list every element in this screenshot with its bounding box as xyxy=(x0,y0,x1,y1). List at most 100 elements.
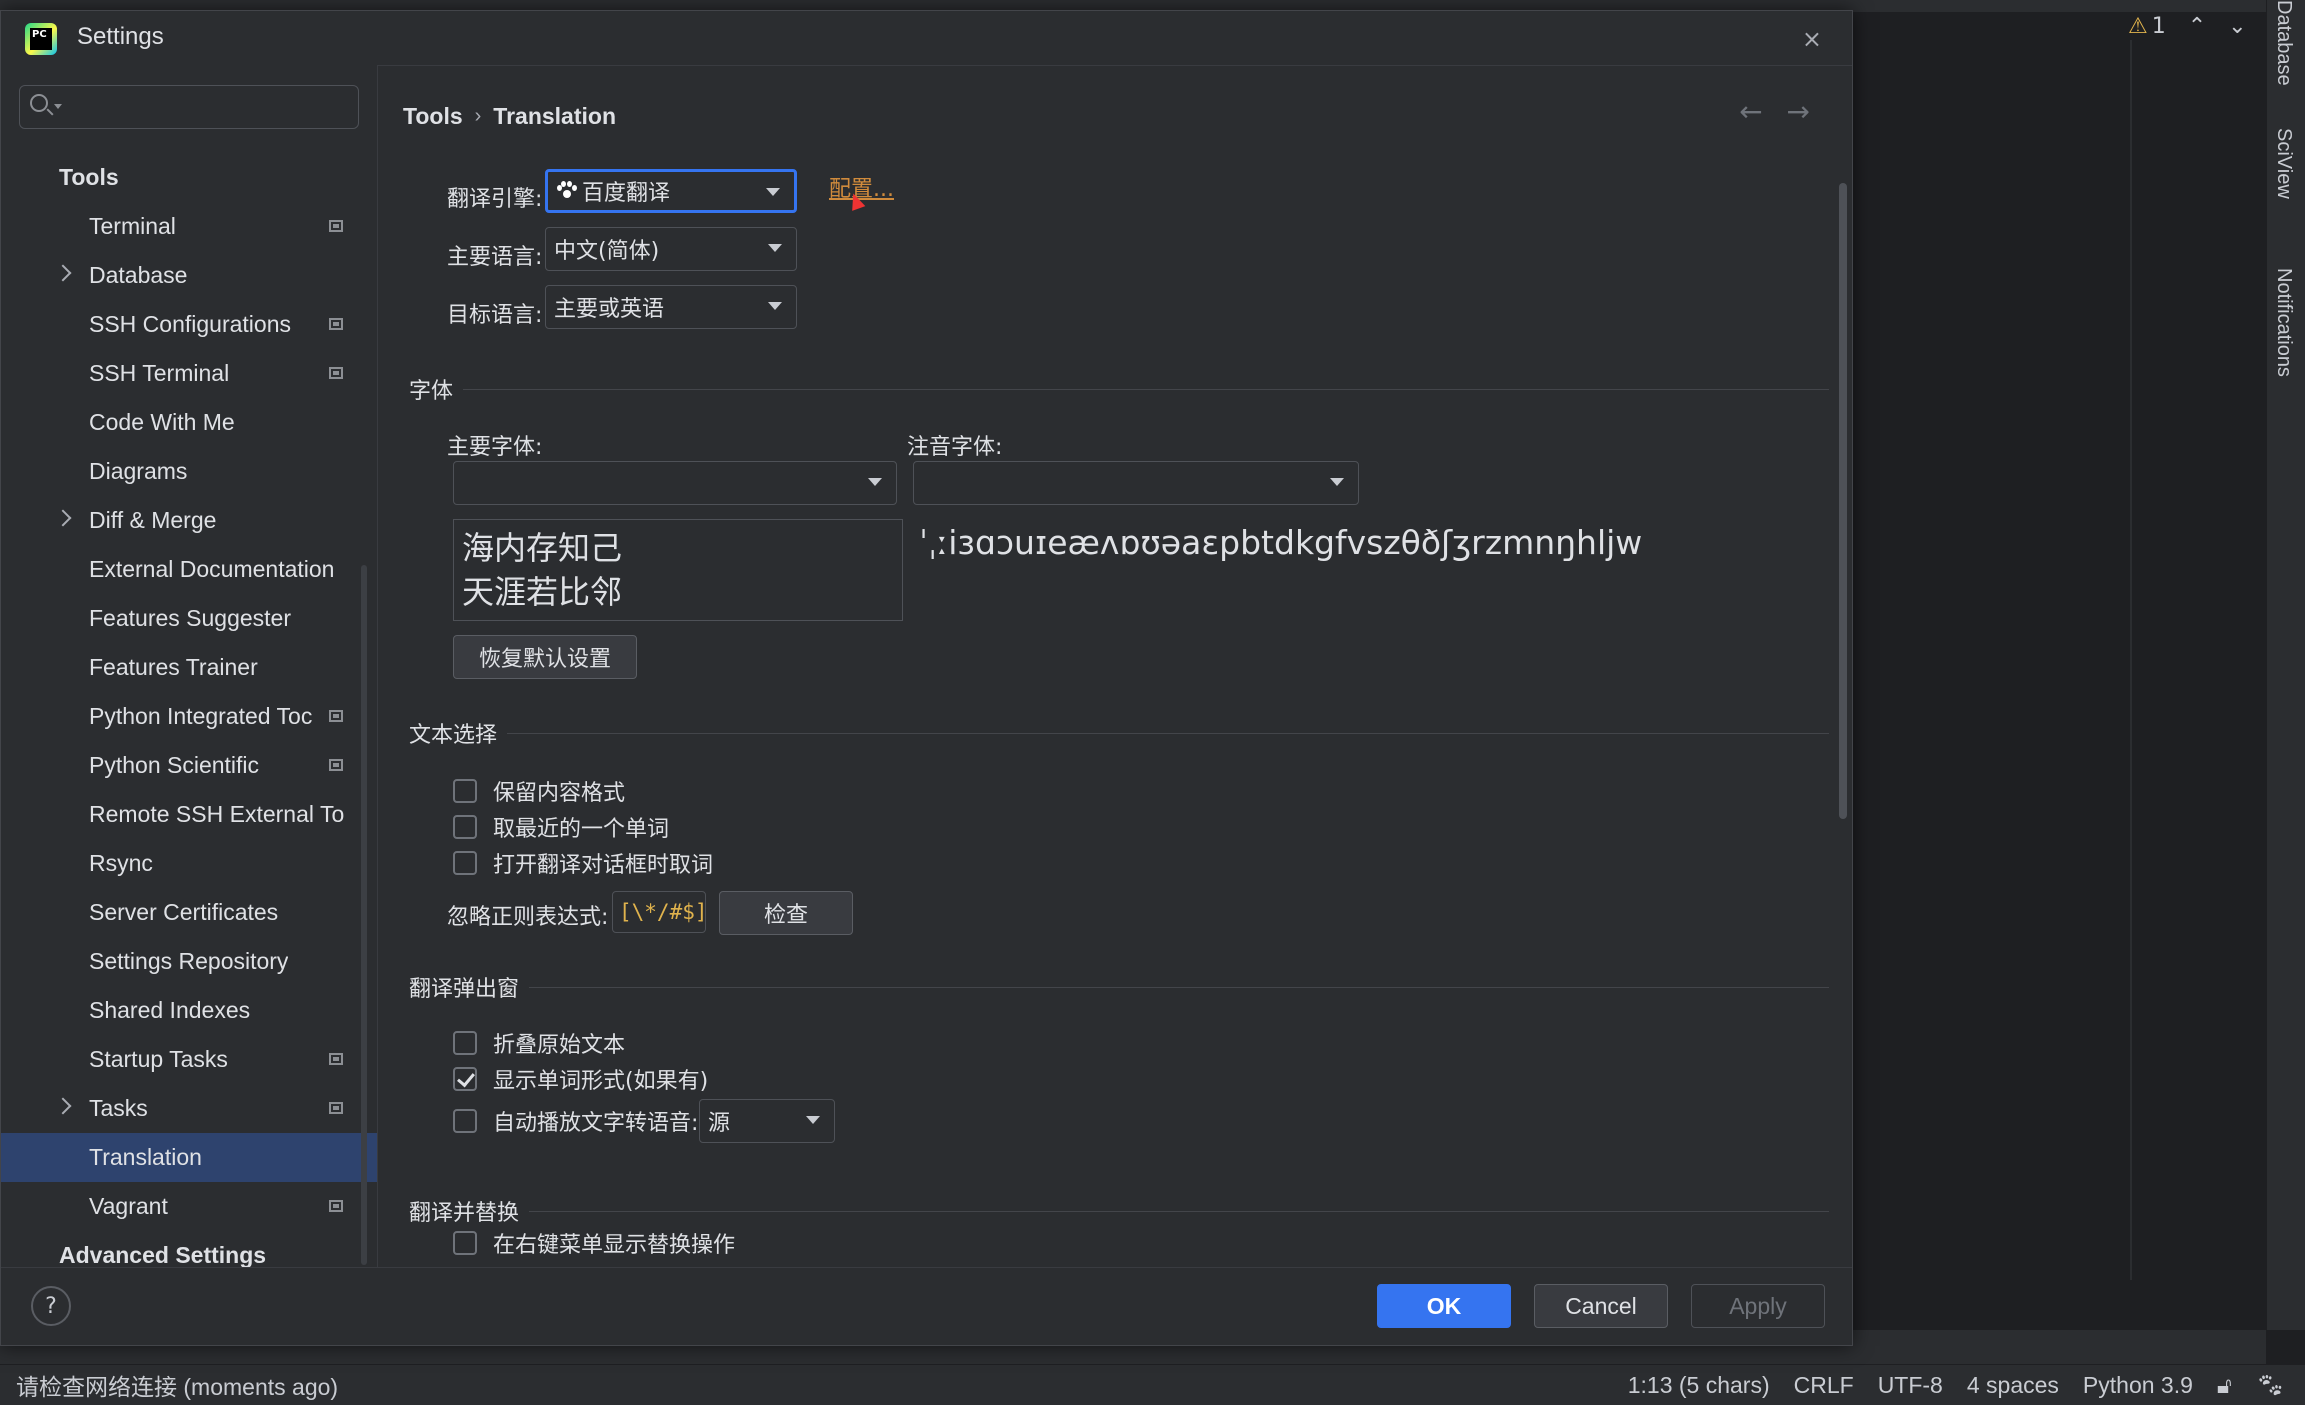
target-language-select[interactable]: 主要或英语 xyxy=(545,285,797,329)
checkbox-label: 打开翻译对话框时取词 xyxy=(493,853,714,878)
file-encoding[interactable]: UTF-8 xyxy=(1878,1372,1943,1399)
inspection-widget[interactable]: ⚠ 1 ⌃ ⌄ xyxy=(2128,8,2247,44)
sidebar-item-python-integrated-toc[interactable]: Python Integrated Toc xyxy=(1,692,377,741)
popup-section-header: 翻译弹出窗 xyxy=(409,971,1829,1003)
sidebar-item-server-certificates[interactable]: Server Certificates xyxy=(1,888,377,937)
chevron-down-icon[interactable]: ⌄ xyxy=(2228,14,2246,39)
sidebar-item-terminal[interactable]: Terminal xyxy=(1,202,377,251)
primary-font-select[interactable] xyxy=(453,461,897,505)
chevron-up-icon[interactable]: ⌃ xyxy=(2188,14,2206,39)
dropdown-arrow-icon xyxy=(768,244,782,252)
checkbox-icon[interactable] xyxy=(453,1109,477,1133)
chevron-right-icon[interactable] xyxy=(54,1097,72,1115)
sidebar-item-shared-indexes[interactable]: Shared Indexes xyxy=(1,986,377,1035)
tool-window-sciview[interactable]: SciView xyxy=(2272,128,2295,199)
tool-window-database[interactable]: Database xyxy=(2272,0,2295,86)
sidebar-item-diff-merge[interactable]: Diff & Merge xyxy=(1,496,377,545)
right-tool-strip xyxy=(2266,0,2305,1330)
show-word-forms-checkbox[interactable]: 显示单词形式(如果有) xyxy=(453,1063,708,1095)
sidebar-item-diagrams[interactable]: Diagrams xyxy=(1,447,377,496)
chevron-right-icon[interactable] xyxy=(54,509,72,527)
checkbox-label: 显示单词形式(如果有) xyxy=(493,1069,709,1094)
sidebar-item-code-with-me[interactable]: Code With Me xyxy=(1,398,377,447)
cancel-button[interactable]: Cancel xyxy=(1534,1284,1668,1328)
content-scrollbar[interactable] xyxy=(1839,183,1847,819)
checkbox-icon[interactable] xyxy=(453,1231,477,1255)
project-level-icon xyxy=(329,318,343,330)
status-message[interactable]: 请检查网络连接 (moments ago) xyxy=(16,1368,338,1402)
preview-line-1: 海内存知己 xyxy=(462,529,623,567)
sidebar-item-tasks[interactable]: Tasks xyxy=(1,1084,377,1133)
back-arrow-icon[interactable]: ← xyxy=(1739,95,1762,128)
keep-format-checkbox[interactable]: 保留内容格式 xyxy=(453,775,625,807)
font-preview-box: 海内存知己 天涯若比邻 xyxy=(453,519,903,621)
sidebar-item-ssh-configurations[interactable]: SSH Configurations xyxy=(1,300,377,349)
close-icon[interactable]: × xyxy=(1802,25,1822,53)
sidebar-item-vagrant[interactable]: Vagrant xyxy=(1,1182,377,1231)
apply-button[interactable]: Apply xyxy=(1691,1284,1825,1328)
primary-language-value: 中文(简体) xyxy=(554,239,660,264)
sidebar-item-label: Rsync xyxy=(89,850,153,876)
search-options-caret-icon[interactable] xyxy=(54,104,62,109)
sidebar-item-external-documentation[interactable]: External Documentation xyxy=(1,545,377,594)
show-replace-context-checkbox[interactable]: 在右键菜单显示替换操作 xyxy=(453,1227,735,1259)
primary-language-select[interactable]: 中文(简体) xyxy=(545,227,797,271)
checkbox-icon[interactable] xyxy=(453,815,477,839)
popup-section-title: 翻译弹出窗 xyxy=(409,977,520,1002)
sidebar-item-ssh-terminal[interactable]: SSH Terminal xyxy=(1,349,377,398)
chevron-right-icon[interactable] xyxy=(54,264,72,282)
tool-window-notifications[interactable]: Notifications xyxy=(2272,268,2295,377)
ignore-regex-input[interactable]: [\*/#$] xyxy=(612,891,708,933)
restore-defaults-button[interactable]: 恢复默认设置 xyxy=(453,635,637,679)
caret-position[interactable]: 1:13 (5 chars) xyxy=(1628,1372,1770,1399)
sidebar-scrollbar[interactable] xyxy=(361,565,367,1265)
sidebar-item-label: Python Scientific xyxy=(89,752,260,778)
project-level-icon xyxy=(329,1200,343,1212)
phonetic-font-select[interactable] xyxy=(913,461,1359,505)
breadcrumb-separator: › xyxy=(474,105,482,127)
ok-button[interactable]: OK xyxy=(1377,1284,1511,1328)
replace-section-title: 翻译并替换 xyxy=(409,1201,520,1226)
line-separator[interactable]: CRLF xyxy=(1794,1372,1854,1399)
target-language-label: 目标语言: xyxy=(447,303,543,328)
tts-source-select[interactable]: 源 xyxy=(699,1099,835,1143)
sidebar-item-python-scientific[interactable]: Python Scientific xyxy=(1,741,377,790)
sidebar-item-label: Database xyxy=(89,262,188,288)
fold-original-checkbox[interactable]: 折叠原始文本 xyxy=(453,1027,625,1059)
dropdown-arrow-icon xyxy=(768,302,782,310)
dropdown-arrow-icon xyxy=(806,1116,820,1124)
engine-select[interactable]: 百度翻译 xyxy=(545,169,797,213)
sidebar-item-settings-repository[interactable]: Settings Repository xyxy=(1,937,377,986)
sidebar-item-remote-ssh-external-to[interactable]: Remote SSH External To xyxy=(1,790,377,839)
pick-word-on-open-checkbox[interactable]: 打开翻译对话框时取词 xyxy=(453,847,713,879)
nearest-word-checkbox[interactable]: 取最近的一个单词 xyxy=(453,811,669,843)
sidebar-item-tools[interactable]: Tools xyxy=(1,153,377,202)
sidebar-item-rsync[interactable]: Rsync xyxy=(1,839,377,888)
project-level-icon xyxy=(329,1102,343,1114)
status-bar: 请检查网络连接 (moments ago) 1:13 (5 chars) CRL… xyxy=(0,1364,2305,1405)
project-level-icon xyxy=(329,220,343,232)
sidebar-item-label: External Documentation xyxy=(89,556,335,582)
check-regex-button[interactable]: 检查 xyxy=(719,891,853,935)
engine-label: 翻译引擎: xyxy=(447,187,543,212)
breadcrumb-parent[interactable]: Tools xyxy=(403,103,463,130)
indent-setting[interactable]: 4 spaces xyxy=(1967,1372,2059,1399)
paw-icon[interactable]: 🐾︎ xyxy=(2256,1372,2285,1399)
sidebar-item-features-trainer[interactable]: Features Trainer xyxy=(1,643,377,692)
checkbox-icon[interactable] xyxy=(453,779,477,803)
python-interpreter[interactable]: Python 3.9 xyxy=(2083,1372,2193,1399)
sidebar-item-features-suggester[interactable]: Features Suggester xyxy=(1,594,377,643)
sidebar-item-startup-tasks[interactable]: Startup Tasks xyxy=(1,1035,377,1084)
lock-icon[interactable]: 🔓︎ xyxy=(2217,1372,2232,1399)
editor-area[interactable] xyxy=(1860,12,2266,1322)
help-icon[interactable]: ? xyxy=(31,1286,71,1326)
auto-tts-checkbox[interactable]: 自动播放文字转语音: xyxy=(453,1105,698,1137)
checkbox-icon[interactable] xyxy=(453,1031,477,1055)
settings-content: Tools › Translation ← → 翻译引擎: 百度翻译 配置...… xyxy=(379,65,1854,1267)
settings-search-input[interactable] xyxy=(19,85,359,129)
sidebar-item-translation[interactable]: Translation xyxy=(1,1133,377,1182)
checkbox-icon[interactable] xyxy=(453,851,477,875)
checkbox-checked-icon[interactable] xyxy=(453,1067,477,1091)
sidebar-item-database[interactable]: Database xyxy=(1,251,377,300)
forward-arrow-icon[interactable]: → xyxy=(1787,95,1810,128)
